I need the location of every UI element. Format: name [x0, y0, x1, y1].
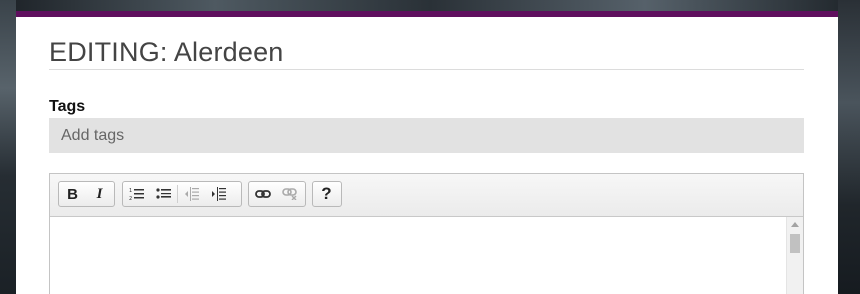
italic-button[interactable]: I — [86, 182, 113, 206]
unlink-button[interactable] — [276, 182, 303, 206]
background-clouds-right — [838, 0, 860, 294]
tags-label: Tags — [49, 98, 86, 115]
outdent-icon — [184, 187, 199, 201]
formatting-group: B I — [58, 181, 115, 207]
editor-content-area[interactable] — [50, 217, 785, 294]
unordered-list-icon — [155, 188, 171, 199]
scroll-thumb[interactable] — [790, 234, 800, 253]
background-clouds-top — [0, 0, 860, 11]
scroll-up-arrow-icon[interactable] — [791, 222, 799, 227]
page-title: EDITING: Alerdeen — [49, 37, 284, 67]
edit-panel: EDITING: Alerdeen Tags B I 1 2 — [16, 11, 838, 294]
rich-text-editor: B I 1 2 ? — [49, 173, 804, 294]
links-group — [248, 181, 306, 207]
help-group: ? — [312, 181, 342, 207]
bold-button[interactable]: B — [59, 182, 86, 206]
bullet-list-button[interactable] — [150, 182, 177, 206]
link-icon — [254, 190, 271, 198]
numbered-list-button[interactable]: 1 2 — [123, 182, 150, 206]
indent-button[interactable] — [205, 182, 232, 206]
lists-group: 1 2 — [122, 181, 242, 207]
editor-toolbar: B I 1 2 ? — [50, 174, 803, 217]
tags-input[interactable] — [49, 118, 804, 153]
link-button[interactable] — [249, 182, 276, 206]
unlink-icon — [281, 188, 297, 200]
background-clouds-left — [0, 0, 16, 294]
svg-text:2: 2 — [129, 196, 132, 201]
indent-icon — [211, 187, 226, 201]
editor-scrollbar[interactable] — [786, 217, 803, 294]
svg-text:1: 1 — [129, 188, 132, 194]
outdent-button[interactable] — [178, 182, 205, 206]
help-button[interactable]: ? — [313, 182, 340, 206]
ordered-list-icon: 1 2 — [129, 188, 144, 201]
title-divider — [49, 69, 804, 70]
